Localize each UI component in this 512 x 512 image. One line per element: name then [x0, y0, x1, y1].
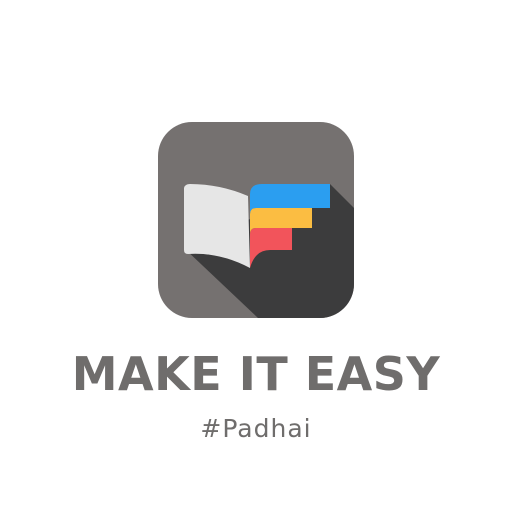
logo-canvas: MAKE IT EASY #Padhai	[0, 0, 512, 512]
brand-title: MAKE IT EASY	[71, 347, 441, 401]
open-book-steps-icon	[158, 122, 354, 318]
brand-tagline: #Padhai	[200, 414, 312, 443]
app-icon	[158, 122, 354, 318]
